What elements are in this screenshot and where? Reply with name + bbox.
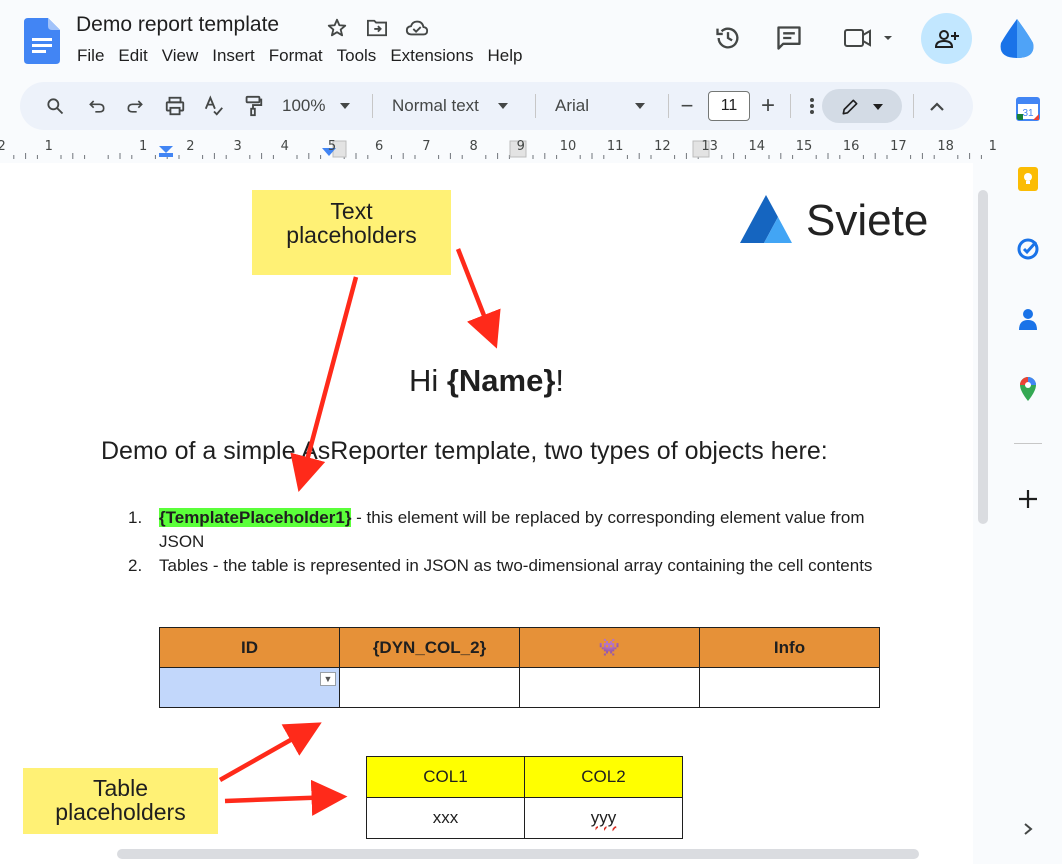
version-history-icon[interactable] bbox=[712, 22, 744, 54]
annotation-arrows bbox=[218, 248, 501, 816]
ruler-number: 1 bbox=[139, 139, 148, 154]
toolbar: 100% Normal text Arial − 11 + bbox=[20, 82, 973, 130]
move-folder-icon[interactable] bbox=[363, 14, 391, 42]
undo-icon[interactable] bbox=[84, 82, 110, 130]
ruler-number: 14 bbox=[748, 139, 766, 154]
add-addon-icon[interactable] bbox=[1014, 485, 1042, 513]
add-person-icon bbox=[934, 29, 959, 48]
print-icon[interactable] bbox=[162, 82, 188, 130]
ruler-number: 7 bbox=[422, 139, 431, 154]
ruler-number: 2 bbox=[186, 139, 195, 154]
ruler-number: 8 bbox=[469, 139, 478, 154]
more-options-icon[interactable] bbox=[804, 82, 820, 130]
left-indent-marker bbox=[159, 153, 173, 157]
menu-help[interactable]: Help bbox=[480, 45, 529, 67]
horizontal-ruler[interactable]: 2 1 1 2 3 4 5 6 7 8 9 10 11 12 13 14 15 16 17 18 1 bbox=[0, 139, 1000, 161]
menu-tools[interactable]: Tools bbox=[330, 45, 384, 67]
arrow-to-simple-table bbox=[224, 779, 348, 816]
ruler-number: 9 bbox=[516, 139, 525, 154]
search-menus-icon[interactable] bbox=[42, 82, 68, 130]
redo-icon[interactable] bbox=[122, 82, 148, 130]
ruler-number: 3 bbox=[233, 139, 242, 154]
collapse-toolbar-icon[interactable] bbox=[926, 82, 948, 130]
menu-bar: File Edit View Insert Format Tools Exten… bbox=[70, 45, 529, 67]
document-page[interactable]: Sviete Text placeholders Table placehold… bbox=[0, 163, 973, 864]
share-button[interactable] bbox=[921, 13, 972, 64]
docs-logo-icon[interactable] bbox=[24, 18, 60, 64]
ruler-number: 12 bbox=[654, 139, 671, 154]
ruler-number: 15 bbox=[795, 139, 813, 154]
cloud-status-icon[interactable] bbox=[403, 14, 431, 42]
ruler-number: 13 bbox=[701, 139, 718, 154]
menu-extensions[interactable]: Extensions bbox=[383, 45, 480, 67]
chevron-down-icon bbox=[497, 103, 508, 109]
chevron-down-icon bbox=[873, 104, 883, 110]
horizontal-scrollbar[interactable] bbox=[117, 849, 919, 859]
chevron-right-icon[interactable] bbox=[1014, 815, 1042, 843]
contacts-icon[interactable] bbox=[1014, 305, 1042, 333]
paragraph-style-value: Normal text bbox=[392, 96, 479, 115]
calendar-icon[interactable]: 31 bbox=[1014, 95, 1042, 123]
font-select[interactable]: Arial bbox=[555, 82, 655, 130]
decrease-font-size-button[interactable]: − bbox=[676, 82, 698, 130]
font-value: Arial bbox=[555, 96, 590, 115]
zoom-value: 100% bbox=[282, 96, 326, 115]
pencil-icon bbox=[842, 99, 858, 115]
ruler-number: 4 bbox=[280, 139, 289, 154]
arrow-to-template-placeholder bbox=[290, 276, 359, 493]
font-size-input[interactable]: 11 bbox=[708, 91, 750, 121]
menu-edit[interactable]: Edit bbox=[111, 45, 154, 67]
keep-icon[interactable] bbox=[1014, 165, 1042, 193]
ruler-number: 16 bbox=[842, 139, 860, 154]
zoom-select[interactable]: 100% bbox=[282, 82, 362, 130]
first-line-indent-marker bbox=[159, 146, 173, 153]
chevron-down-icon bbox=[635, 103, 646, 109]
meet-call-icon[interactable] bbox=[840, 22, 896, 54]
document-title[interactable]: Demo report template bbox=[76, 13, 279, 37]
ruler-number: 5 bbox=[327, 139, 337, 154]
side-panel-divider bbox=[1014, 443, 1042, 444]
vertical-scrollbar[interactable] bbox=[978, 190, 988, 524]
paragraph-style-select[interactable]: Normal text bbox=[392, 82, 522, 130]
arrow-to-name bbox=[455, 248, 501, 349]
ruler-number: 11 bbox=[606, 139, 624, 154]
maps-icon[interactable] bbox=[1014, 375, 1042, 403]
ruler-number: 1 bbox=[44, 139, 53, 154]
increase-font-size-button[interactable]: + bbox=[757, 82, 779, 130]
ruler-number: 10 bbox=[559, 139, 577, 154]
ruler-number: 6 bbox=[375, 139, 384, 154]
comments-icon[interactable] bbox=[773, 22, 805, 54]
menu-view[interactable]: View bbox=[155, 45, 206, 67]
star-icon[interactable] bbox=[323, 14, 351, 42]
spellcheck-icon[interactable] bbox=[201, 82, 227, 130]
menu-file[interactable]: File bbox=[70, 45, 111, 67]
menu-insert[interactable]: Insert bbox=[205, 45, 262, 67]
editing-mode-select[interactable] bbox=[822, 89, 902, 123]
side-panel: 31 bbox=[1000, 82, 1062, 864]
tasks-icon[interactable] bbox=[1014, 235, 1042, 263]
ruler-number: 17 bbox=[890, 139, 907, 154]
menu-format[interactable]: Format bbox=[262, 45, 330, 67]
paint-format-icon[interactable] bbox=[240, 82, 266, 130]
ruler-number: 2 bbox=[0, 139, 6, 154]
arrow-to-dynamic-table bbox=[218, 722, 322, 782]
gemini-drop-icon[interactable] bbox=[998, 18, 1036, 65]
ruler-number: 1 bbox=[988, 139, 997, 154]
chevron-down-icon bbox=[340, 103, 351, 109]
ruler-number: 18 bbox=[937, 139, 954, 154]
svg-text:31: 31 bbox=[1022, 108, 1034, 119]
